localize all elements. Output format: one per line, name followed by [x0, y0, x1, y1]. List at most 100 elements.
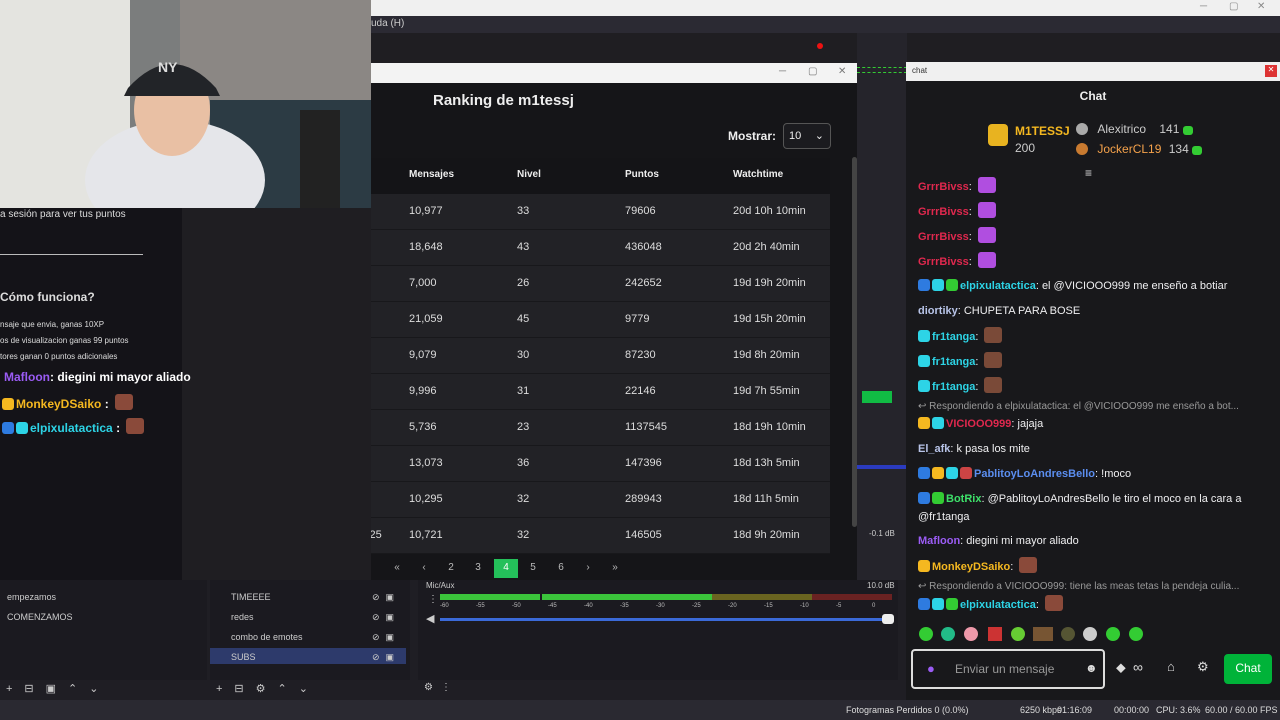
page-2[interactable]: 2 — [439, 559, 463, 578]
bits-icon[interactable]: ⬥ — [1116, 659, 1126, 676]
cell-time: 19d 8h 20min — [733, 349, 800, 361]
last-page-button[interactable]: » — [603, 559, 627, 578]
maximize-icon[interactable]: ▢ — [808, 66, 817, 77]
emote-icon — [114, 394, 133, 410]
chat-input-box[interactable]: ● Enviar un mensaje ☻ — [911, 649, 1105, 689]
user-badge-icon — [918, 279, 930, 291]
live-time: 01:16:09 — [1057, 705, 1093, 715]
scene-item[interactable]: empezamos — [7, 592, 56, 602]
chat-message: GrrrBivss: — [918, 227, 1270, 246]
visibility-lock-icons[interactable]: ⊘▣ — [372, 592, 400, 603]
user-badge-icon — [918, 560, 930, 572]
cell-msgs: 10,721 — [409, 529, 443, 541]
source-item[interactable]: SUBS — [231, 652, 256, 662]
chat-username[interactable]: PablitoyLoAndresBello — [974, 468, 1095, 480]
chat-username[interactable]: fr1tanga — [932, 381, 975, 393]
scene-item[interactable]: COMENZAMOS — [7, 612, 73, 622]
overlay-chat-line: Mafloon: diegini mi mayor aliado — [4, 370, 191, 384]
sources-toolbar[interactable]: +⊟⚙⌃⌄ — [216, 682, 320, 695]
crown-badge-icon — [2, 398, 14, 410]
visibility-lock-icons[interactable]: ⊘▣ — [372, 652, 400, 663]
show-count-select[interactable]: 10 ⌄ — [783, 123, 831, 149]
infinity-icon[interactable]: ∞ — [1133, 659, 1143, 675]
cell-time: 20d 2h 40min — [733, 241, 800, 253]
volume-slider-handle[interactable] — [882, 614, 894, 624]
how-line-3: tores ganan 0 puntos adicionales — [0, 352, 118, 361]
chat-username[interactable]: Mafloon — [918, 535, 960, 547]
close-icon[interactable]: ✕ — [1265, 65, 1277, 77]
overlay-chat-line: elpixulatactica : — [2, 418, 146, 435]
chat-username[interactable]: elpixulatactica — [960, 599, 1036, 611]
first-page-button[interactable]: « — [385, 559, 409, 578]
chat-username[interactable]: MonkeyDSaiko — [932, 561, 1010, 573]
next-page-button[interactable]: › — [576, 559, 600, 578]
chat-text: : — [968, 231, 972, 243]
col-messages[interactable]: Mensajes — [409, 169, 454, 180]
how-title: Cómo funciona? — [0, 290, 95, 304]
cell-time: 18d 13h 5min — [733, 457, 800, 469]
minimize-icon[interactable]: ─ — [779, 66, 786, 77]
chat-input-placeholder[interactable]: Enviar un mensaje — [955, 662, 1054, 676]
show-label: Mostrar: — [728, 129, 777, 143]
user-badge-icon — [946, 279, 958, 291]
chat-username[interactable]: elpixulatactica — [960, 280, 1036, 292]
menu-help[interactable]: uda (H) — [371, 18, 404, 29]
source-item[interactable]: redes — [231, 612, 254, 622]
maximize-icon[interactable]: ▢ — [1229, 1, 1238, 12]
microphone-icon[interactable]: ● — [927, 661, 935, 676]
chat-username[interactable]: GrrrBivss — [918, 181, 969, 193]
volume-slider[interactable] — [440, 618, 892, 621]
minimize-icon[interactable]: ─ — [1200, 1, 1207, 12]
chat-username[interactable]: BotRix — [946, 493, 981, 505]
chat-username[interactable]: GrrrBivss — [918, 256, 969, 268]
bronze-medal-icon — [1076, 143, 1088, 155]
cell-points: 242652 — [625, 277, 662, 289]
cell-points: 87230 — [625, 349, 656, 361]
chat-message: GrrrBivss: — [918, 177, 1270, 196]
user-badge-icon — [918, 598, 930, 610]
store-icon[interactable]: ⌂ — [1167, 659, 1175, 674]
chat-text: : diegini mi mayor aliado — [960, 535, 1079, 547]
gear-icon[interactable]: ⚙ — [1197, 659, 1209, 675]
scenes-toolbar[interactable]: +⊟▣⌃⌄ — [6, 682, 110, 695]
cell-points: 146505 — [625, 529, 662, 541]
obs-menubar: uda (H) — [371, 16, 1280, 33]
scale-tick: -5 — [836, 603, 842, 609]
cell-level: 30 — [517, 349, 530, 361]
col-level[interactable]: Nivel — [517, 169, 541, 180]
col-watchtime[interactable]: Watchtime — [733, 169, 783, 180]
page-6[interactable]: 6 — [549, 559, 573, 578]
prev-page-button[interactable]: ‹ — [412, 559, 436, 578]
cell-msgs: 7,000 — [409, 277, 437, 289]
chat-username[interactable]: VICIOOO999 — [946, 418, 1011, 430]
chat-username[interactable]: fr1tanga — [932, 331, 975, 343]
emote-icon — [984, 377, 1003, 393]
page-3[interactable]: 3 — [466, 559, 490, 578]
visibility-lock-icons[interactable]: ⊘▣ — [372, 612, 400, 623]
chat-username[interactable]: fr1tanga — [932, 356, 975, 368]
mixer-menu-icon[interactable]: ⋮ — [428, 594, 438, 605]
speaker-icon[interactable]: ◀ — [426, 612, 434, 625]
chat-username[interactable]: El_afk — [918, 443, 950, 455]
chat-username[interactable]: diortiky — [918, 305, 958, 317]
close-icon[interactable]: ✕ — [1257, 1, 1265, 12]
source-item[interactable]: TIMEEEE — [231, 592, 271, 602]
emote-bar[interactable] — [918, 626, 1148, 642]
mixer-toolbar[interactable]: ⚙⋮ — [424, 682, 459, 693]
scale-tick: -50 — [512, 603, 521, 609]
preview-bar — [857, 465, 907, 469]
chat-text: : — [975, 331, 979, 343]
emote-icon — [977, 177, 996, 193]
visibility-lock-icons[interactable]: ⊘▣ — [372, 632, 400, 643]
page-4[interactable]: 4 — [494, 559, 518, 578]
user-badge-icon — [918, 417, 930, 429]
chat-username[interactable]: GrrrBivss — [918, 206, 969, 218]
chat-send-button[interactable]: Chat — [1224, 654, 1272, 684]
close-icon[interactable]: ✕ — [838, 66, 846, 77]
emoji-icon[interactable]: ☻ — [1085, 661, 1098, 675]
ranking-scrollbar[interactable] — [852, 157, 857, 527]
page-5[interactable]: 5 — [521, 559, 545, 578]
source-item[interactable]: combo de emotes — [231, 632, 303, 642]
chat-username[interactable]: GrrrBivss — [918, 231, 969, 243]
col-points[interactable]: Puntos — [625, 169, 659, 180]
